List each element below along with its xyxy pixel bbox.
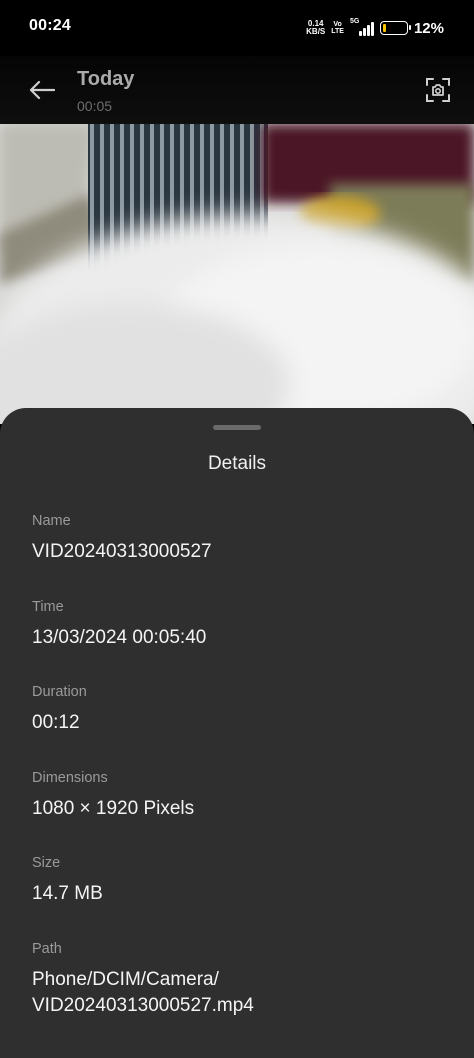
signal-bar — [366, 25, 370, 36]
detail-value-path: Phone/DCIM/Camera/ VID20240313000527.mp4 — [32, 967, 452, 1019]
page-title: Today — [77, 68, 135, 90]
detail-duration: Duration 00:12 — [32, 684, 452, 770]
signal-bar — [370, 22, 374, 36]
details-list: Name VID20240313000527 Time 13/03/2024 0… — [32, 513, 452, 1027]
signal-bar — [362, 28, 366, 36]
detail-path: Path Phone/DCIM/Camera/ VID2024031300052… — [32, 941, 452, 1027]
detail-label: Time — [32, 598, 64, 615]
app-bar: Today 00:05 — [0, 56, 474, 124]
battery-percent: 12% — [413, 19, 444, 37]
detail-value: 13/03/2024 00:05:40 — [32, 626, 207, 648]
detail-label: Name — [32, 513, 71, 529]
arrow-left-icon — [29, 80, 55, 100]
detail-label: Duration — [32, 684, 87, 701]
status-bar: 00:24 0.14 KB/S Vo LTE 5G 12% — [0, 0, 474, 56]
detail-size: Size 14.7 MB — [32, 855, 452, 941]
detail-label: Path — [32, 940, 62, 957]
signal-bar — [358, 31, 362, 36]
volte-bottom-text: LTE — [331, 28, 344, 35]
battery-level-fill — [382, 24, 386, 32]
detail-value: 00:12 — [32, 712, 80, 734]
volte-top-text: Vo — [333, 21, 342, 28]
video-frame-image — [0, 124, 474, 424]
network-speed-indicator: 0.14 KB/S — [306, 20, 325, 36]
battery-icon — [379, 21, 411, 35]
detail-value: VID20240313000527 — [32, 541, 212, 562]
detail-name: Name VID20240313000527 — [32, 513, 452, 599]
network-speed-unit: KB/S — [306, 27, 326, 36]
detail-value: 1080 × 1920 Pixels — [32, 797, 195, 819]
title-block: Today 00:05 — [77, 68, 134, 114]
detail-time: Time 13/03/2024 00:05:40 — [32, 599, 452, 685]
back-button[interactable] — [22, 70, 62, 110]
capture-frame-button[interactable] — [422, 72, 454, 108]
detail-label: Size — [32, 855, 61, 872]
detail-dimensions: Dimensions 1080 × 1920 Pixels — [32, 770, 452, 856]
network-type-label: 5G — [349, 18, 360, 25]
video-preview[interactable] — [0, 124, 474, 424]
path-line-2: VID20240313000527.mp4 — [32, 994, 254, 1016]
status-time: 00:24 — [29, 17, 71, 34]
page-subtitle: 00:05 — [77, 98, 113, 114]
signal-strength-icon: 5G — [349, 18, 374, 36]
details-bottom-sheet: Details Name VID20240313000527 Time 13/0… — [0, 408, 474, 1058]
drag-handle[interactable] — [213, 425, 261, 430]
detail-label: Dimensions — [32, 769, 108, 786]
screenshot-capture-icon — [426, 78, 450, 102]
path-line-1: Phone/DCIM/Camera/ — [32, 968, 219, 990]
status-icons: 0.14 KB/S Vo LTE 5G 12% — [306, 16, 444, 40]
volte-icon: Vo LTE — [331, 21, 344, 35]
details-title: Details — [207, 453, 267, 474]
detail-value: 14.7 MB — [32, 883, 103, 905]
